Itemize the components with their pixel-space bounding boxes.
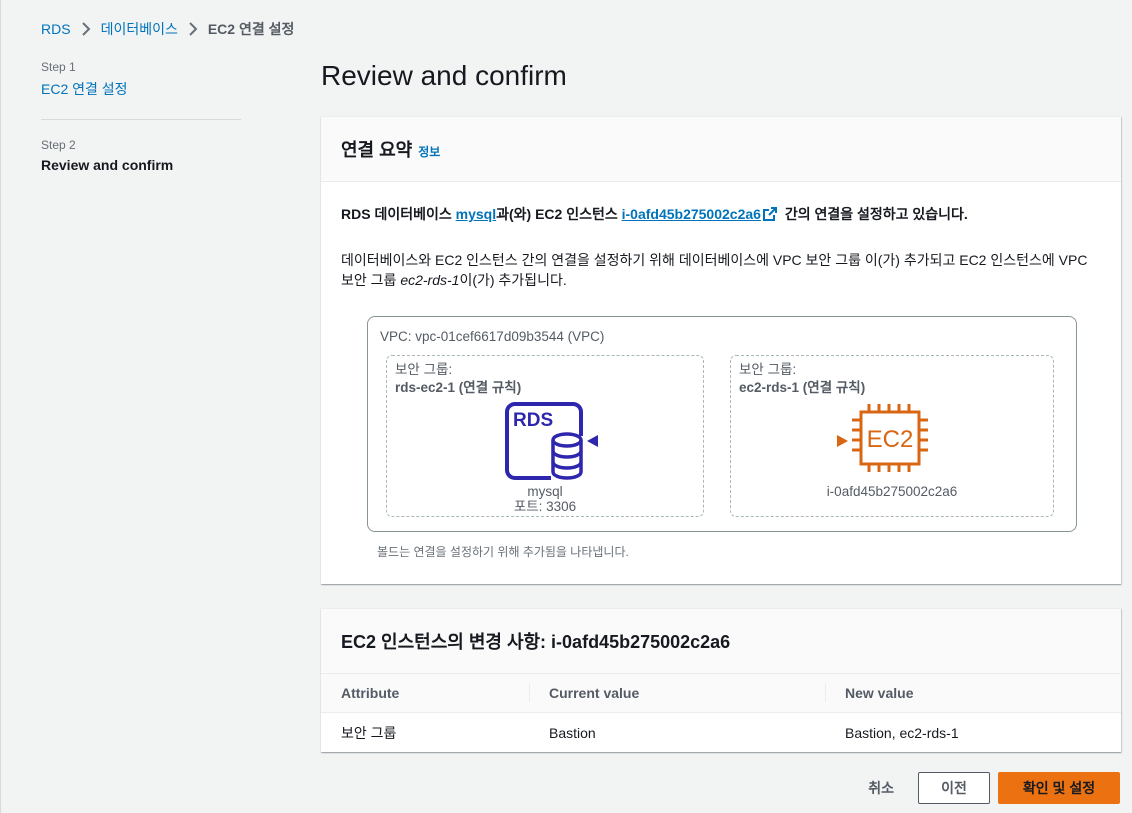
connection-diagram: VPC: vpc-01cef6617d09b3544 (VPC) 보안 그룹: …	[367, 316, 1077, 532]
info-link[interactable]: 정보	[418, 143, 440, 160]
connection-arrow	[587, 435, 848, 447]
description-suffix: 이(가) 추가됩니다.	[459, 272, 567, 288]
page-title: Review and confirm	[321, 60, 567, 91]
breadcrumb-current: EC2 연결 설정	[207, 21, 295, 37]
step-divider	[41, 119, 241, 120]
ec2-instance-icon: EC2	[852, 404, 928, 472]
step-1-label: Step 1	[41, 60, 76, 74]
panel-header: EC2 인스턴스의 변경 사항: i-0afd45b275002c2a6	[321, 609, 1121, 674]
description-sg-name: ec2-rds-1	[400, 272, 460, 288]
confirm-and-setup-button[interactable]: 확인 및 설정	[998, 772, 1120, 804]
wizard-actions: 취소 이전 확인 및 설정	[844, 772, 1120, 804]
instance-link[interactable]: i-0afd45b275002c2a6	[622, 206, 761, 222]
sg-caption: 보안 그룹:	[739, 362, 797, 377]
external-link-icon[interactable]	[762, 206, 777, 226]
chevron-right-icon	[81, 22, 91, 36]
panel-title: 연결 요약	[341, 140, 413, 160]
table-cell: 보안 그룹	[341, 725, 397, 741]
changes-table: Attribute Current value New value 보안 그룹 …	[321, 674, 1121, 753]
previous-button[interactable]: 이전	[918, 772, 990, 804]
chevron-right-icon	[188, 22, 198, 36]
summary-description: 데이터베이스와 EC2 인스턴스 간의 연결을 설정하기 위해 데이터베이스에 …	[341, 250, 1101, 290]
table-header-row: Attribute Current value New value	[321, 674, 1121, 713]
changes-title: EC2 인스턴스의 변경 사항: i-0afd45b275002c2a6	[341, 632, 731, 652]
ec2-resource-name: i-0afd45b275002c2a6	[826, 484, 958, 499]
wizard-steps: Step 1 EC2 연결 설정 Step 2 Review and confi…	[41, 60, 241, 173]
connection-summary-panel: 연결 요약 정보 RDS 데이터베이스 mysql과(와) EC2 인스턴스 i…	[321, 116, 1121, 584]
breadcrumb-rds-link[interactable]: RDS	[41, 21, 71, 37]
table-cell: Bastion	[549, 725, 596, 741]
breadcrumb: RDS 데이터베이스 EC2 연결 설정	[41, 19, 294, 39]
sg-name: rds-ec2-1 (연결 규칙)	[395, 380, 522, 395]
ec2-icon-text: EC2	[867, 426, 914, 453]
step-2-label: Step 2	[41, 138, 76, 152]
vpc-label: VPC: vpc-01cef6617d09b3544 (VPC)	[380, 329, 605, 344]
cancel-button[interactable]: 취소	[844, 778, 918, 798]
rds-icon-text: RDS	[513, 410, 553, 431]
sg-caption: 보안 그룹:	[395, 362, 453, 377]
column-header: New value	[825, 674, 1121, 713]
summary-suffix: 간의 연결을 설정하고 있습니다.	[780, 206, 968, 222]
table-cell: Bastion, ec2-rds-1	[845, 725, 959, 741]
panel-header: 연결 요약 정보	[321, 117, 1121, 182]
summary-text: RDS 데이터베이스 mysql과(와) EC2 인스턴스 i-0afd45b2…	[341, 204, 1101, 226]
step-1-link[interactable]: EC2 연결 설정	[41, 79, 241, 99]
column-header: Current value	[529, 674, 825, 713]
sg-name: ec2-rds-1 (연결 규칙)	[739, 380, 866, 395]
table-row: 보안 그룹 Bastion Bastion, ec2-rds-1	[321, 713, 1121, 754]
ec2-changes-panel: EC2 인스턴스의 변경 사항: i-0afd45b275002c2a6 Att…	[321, 608, 1121, 752]
breadcrumb-databases-link[interactable]: 데이터베이스	[101, 19, 178, 39]
rds-port: 포트: 3306	[513, 499, 577, 514]
database-link[interactable]: mysql	[456, 206, 496, 222]
rds-database-icon: RDS	[505, 402, 583, 480]
column-header: Attribute	[321, 674, 529, 713]
diagram-note: 볼드는 연결을 설정하기 위해 추가됨을 나타냅니다.	[377, 545, 629, 559]
summary-prefix: RDS 데이터베이스	[341, 206, 456, 222]
summary-middle: 과(와) EC2 인스턴스	[496, 206, 622, 222]
step-2-title: Review and confirm	[41, 157, 174, 173]
